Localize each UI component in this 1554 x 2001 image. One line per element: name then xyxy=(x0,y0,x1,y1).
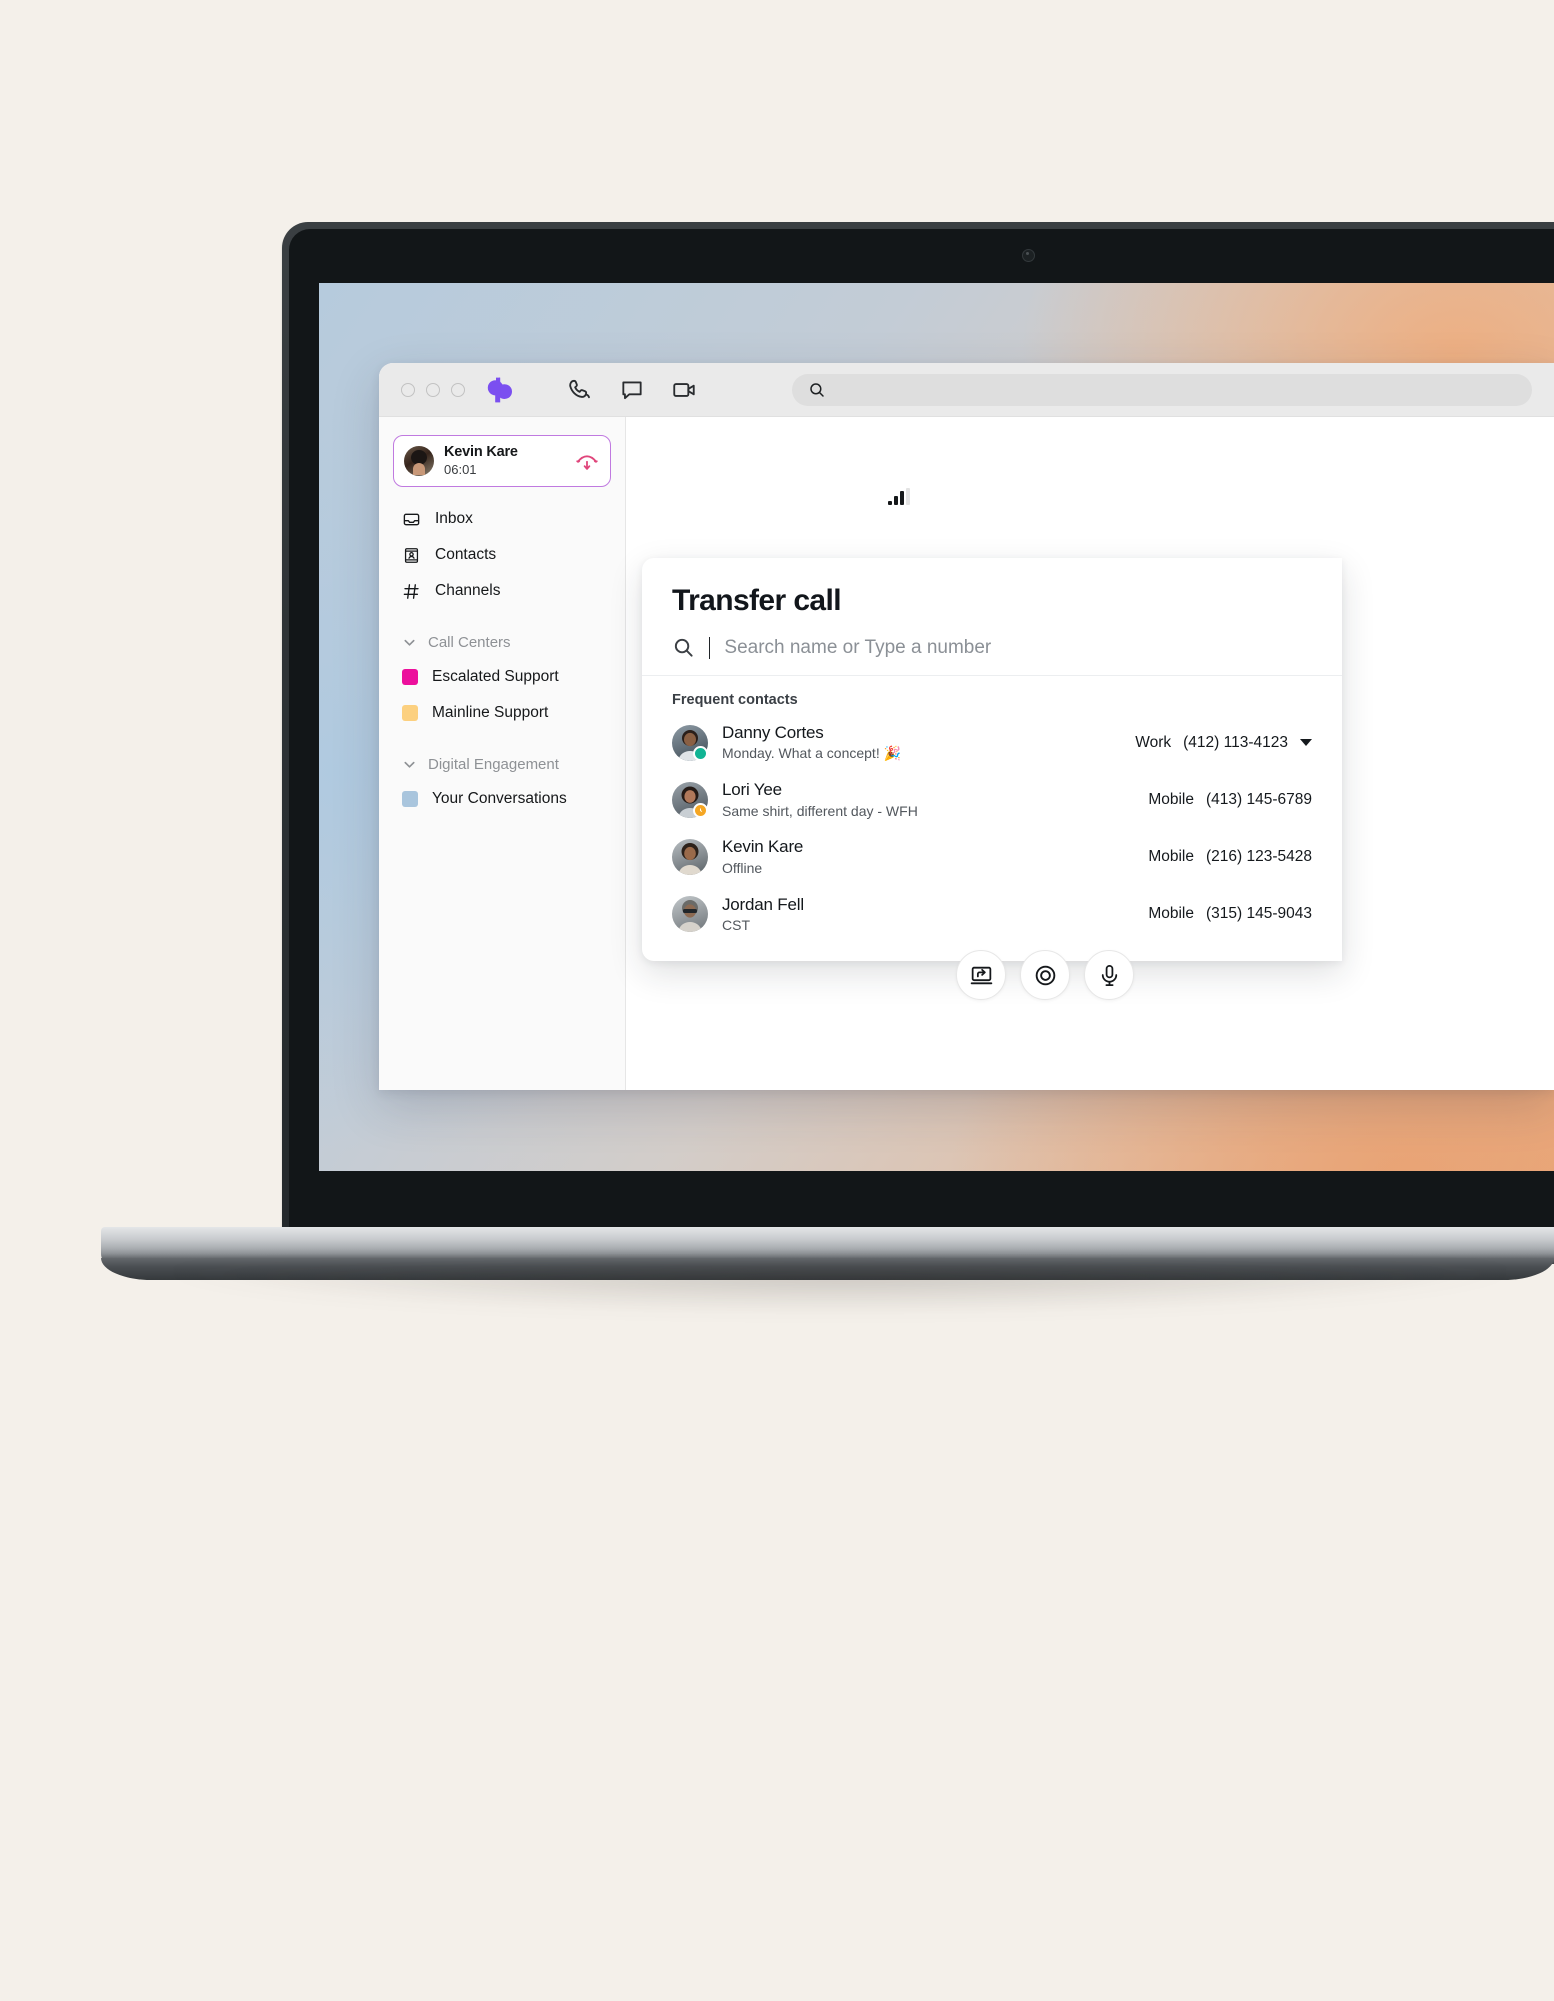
hangup-icon[interactable] xyxy=(574,448,600,474)
phone-label: Mobile xyxy=(1148,790,1194,808)
presence-badge-online xyxy=(693,745,708,761)
contact-phone[interactable]: Mobile (413) 145-6789 xyxy=(1148,791,1312,809)
contacts-icon xyxy=(402,546,421,565)
search-icon xyxy=(672,636,695,659)
sidebar-item-label: Inbox xyxy=(435,510,473,527)
contact-phone[interactable]: Mobile (315) 145-9043 xyxy=(1148,905,1312,923)
screen-transfer-icon[interactable] xyxy=(956,950,1006,1000)
list-item[interactable]: Danny Cortes Monday. What a concept! 🎉 W… xyxy=(642,714,1342,771)
transfer-call-dialog: Transfer call Search name or Type a numb… xyxy=(642,558,1342,961)
inbox-icon xyxy=(402,510,421,529)
avatar xyxy=(404,446,434,476)
phone-icon[interactable] xyxy=(567,377,593,403)
channel-color-swatch xyxy=(402,791,418,807)
call-action-bar xyxy=(956,950,1134,1000)
sidebar-group-label: Digital Engagement xyxy=(428,755,559,773)
channel-color-swatch xyxy=(402,669,418,685)
avatar xyxy=(672,838,708,875)
sidebar-group-call-centers[interactable]: Call Centers xyxy=(379,625,625,659)
phone-label: Mobile xyxy=(1148,847,1194,865)
record-icon[interactable] xyxy=(1020,950,1070,1000)
window-controls[interactable] xyxy=(401,382,465,397)
sidebar-item-label: Your Conversations xyxy=(432,790,567,807)
list-item[interactable]: Lori Yee Same shirt, different day - WFH… xyxy=(642,771,1342,828)
sidebar-item-escalated-support[interactable]: Escalated Support xyxy=(379,659,625,695)
phone-number: (413) 145-6789 xyxy=(1206,790,1312,808)
window-titlebar xyxy=(379,363,1554,417)
active-call-meta: Kevin Kare 06:01 xyxy=(444,444,574,478)
avatar xyxy=(672,896,708,933)
channel-color-swatch xyxy=(402,705,418,721)
phone-number: (315) 145-9043 xyxy=(1206,905,1312,923)
contact-name: Jordan Fell xyxy=(722,894,804,914)
contact-text: Kevin Kare Offline xyxy=(722,837,1134,876)
scene: Kevin Kare 06:01 Inbox Contacts Channels… xyxy=(0,0,1554,2001)
maximize-button[interactable] xyxy=(451,382,465,397)
app-body: Kevin Kare 06:01 Inbox Contacts Channels… xyxy=(379,417,1554,1090)
sidebar-item-mainline-support[interactable]: Mainline Support xyxy=(379,695,625,731)
active-call-card[interactable]: Kevin Kare 06:01 xyxy=(393,435,611,487)
phone-number: (216) 123-5428 xyxy=(1206,847,1312,865)
titlebar-icon-group xyxy=(567,377,697,403)
avatar xyxy=(672,724,708,761)
sidebar-item-label: Mainline Support xyxy=(432,704,549,721)
main-panel: Transfer call Search name or Type a numb… xyxy=(626,417,1554,1090)
transfer-search-input[interactable]: Search name or Type a number xyxy=(642,618,1342,676)
hash-icon xyxy=(402,582,421,601)
list-item[interactable]: Kevin Kare Offline Mobile (216) 123-5428 xyxy=(642,828,1342,885)
contact-status: Same shirt, different day - WFH xyxy=(722,802,918,819)
sidebar-group-label: Call Centers xyxy=(428,633,511,651)
sidebar-item-channels[interactable]: Channels xyxy=(379,573,625,609)
app-window: Kevin Kare 06:01 Inbox Contacts Channels… xyxy=(379,363,1554,1090)
page-title: Transfer call xyxy=(672,584,842,617)
contact-text: Jordan Fell CST xyxy=(722,895,1134,934)
contact-status: CST xyxy=(722,916,750,933)
sidebar-item-label: Channels xyxy=(435,582,501,599)
sidebar-group-digital-engagement[interactable]: Digital Engagement xyxy=(379,747,625,781)
search-icon xyxy=(810,383,824,397)
contact-status: Monday. What a concept! 🎉 xyxy=(722,745,902,762)
phone-label: Mobile xyxy=(1148,905,1194,923)
transfer-search-placeholder: Search name or Type a number xyxy=(724,636,992,658)
laptop-shadow xyxy=(150,1268,1530,1314)
microphone-icon[interactable] xyxy=(1084,950,1134,1000)
sidebar: Kevin Kare 06:01 Inbox Contacts Channels… xyxy=(379,417,626,1090)
sidebar-item-label: Escalated Support xyxy=(432,668,559,685)
message-icon[interactable] xyxy=(619,377,645,403)
frequent-contacts-label: Frequent contacts xyxy=(672,692,798,708)
contact-status: Offline xyxy=(722,859,763,876)
webcam-icon xyxy=(1022,249,1035,262)
phone-number: (412) 113-4123 xyxy=(1183,733,1288,751)
contact-phone[interactable]: Work (412) 113-4123 xyxy=(1135,734,1312,752)
presence-badge-away xyxy=(693,802,708,818)
contact-text: Danny Cortes Monday. What a concept! 🎉 xyxy=(722,723,1121,762)
sidebar-item-label: Contacts xyxy=(435,546,497,563)
avatar xyxy=(672,781,708,818)
dialpad-logo-icon[interactable] xyxy=(485,376,517,404)
contact-text: Lori Yee Same shirt, different day - WFH xyxy=(722,780,1134,819)
sidebar-item-your-conversations[interactable]: Your Conversations xyxy=(379,781,625,817)
chevron-down-icon[interactable] xyxy=(1300,739,1312,747)
list-item[interactable]: Jordan Fell CST Mobile (315) 145-9043 xyxy=(642,886,1342,943)
contact-phone[interactable]: Mobile (216) 123-5428 xyxy=(1148,848,1312,866)
active-call-name: Kevin Kare xyxy=(444,444,518,461)
phone-label: Work xyxy=(1135,733,1172,751)
text-cursor xyxy=(709,636,711,659)
contact-name: Kevin Kare xyxy=(722,837,804,857)
close-button[interactable] xyxy=(401,382,415,397)
active-call-timer: 06:01 xyxy=(444,461,477,477)
contact-name: Lori Yee xyxy=(722,780,782,800)
chevron-down-icon xyxy=(402,757,417,772)
contact-name: Danny Cortes xyxy=(722,723,824,742)
signal-strength-icon xyxy=(888,488,910,505)
sidebar-item-inbox[interactable]: Inbox xyxy=(379,501,625,537)
chevron-down-icon xyxy=(402,635,417,650)
minimize-button[interactable] xyxy=(426,382,440,397)
sidebar-item-contacts[interactable]: Contacts xyxy=(379,537,625,573)
video-icon[interactable] xyxy=(671,377,697,403)
titlebar-search-input[interactable] xyxy=(792,374,1532,406)
